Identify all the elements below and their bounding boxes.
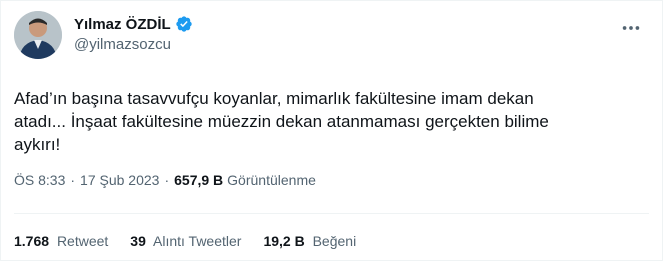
avatar-image (14, 11, 62, 59)
quotes-label: Alıntı Tweetler (153, 233, 242, 249)
quotes-stat[interactable]: 39 Alıntı Tweetler (130, 233, 241, 249)
retweets-label: Retweet (56, 233, 109, 249)
tweet-stats: 1.768 Retweet 39 Alıntı Tweetler 19,2 B … (14, 233, 378, 249)
meta-separator: · (70, 172, 76, 188)
retweets-stat[interactable]: 1.768 Retweet (14, 233, 108, 249)
quotes-count: 39 (130, 233, 146, 249)
likes-label: Beğeni (312, 233, 357, 249)
tweet-card: Yılmaz ÖZDİL @yilmazsozcu Afad’ın başına… (0, 0, 663, 261)
verified-badge-icon (176, 16, 192, 32)
likes-stat[interactable]: 19,2 B Beğeni (263, 233, 356, 249)
divider (14, 213, 649, 214)
likes-count: 19,2 B (263, 233, 305, 249)
display-name[interactable]: Yılmaz ÖZDİL (74, 16, 171, 33)
name-row: Yılmaz ÖZDİL (74, 14, 193, 34)
more-options-icon[interactable] (620, 17, 642, 39)
tweet-text: Afad’ın başına tasavvufçu koyanlar, mima… (14, 89, 549, 154)
tweet-time[interactable]: ÖS 8:33 (14, 172, 65, 188)
avatar[interactable] (14, 11, 62, 59)
tweet-date[interactable]: 17 Şub 2023 (80, 172, 159, 188)
author-info: Yılmaz ÖZDİL @yilmazsozcu (74, 14, 193, 53)
views-label: Görüntülenme (227, 172, 316, 188)
meta-separator: · (164, 172, 170, 188)
tweet-meta: ÖS 8:33 · 17 Şub 2023 · 657,9 B Görüntül… (14, 172, 316, 188)
retweets-count: 1.768 (14, 233, 50, 249)
user-handle[interactable]: @yilmazsozcu (74, 36, 193, 53)
views-count: 657,9 B (174, 172, 224, 188)
